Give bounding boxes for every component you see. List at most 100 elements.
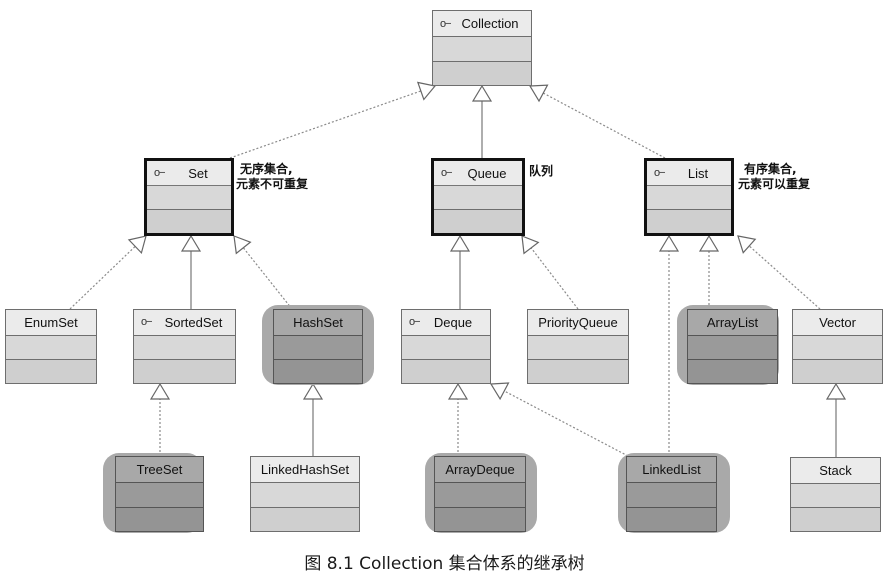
methods-compartment	[147, 210, 231, 233]
class-box-list: o− List	[644, 158, 734, 236]
inheritance-arrowhead-icon	[658, 234, 680, 252]
inheritance-arrowhead-icon	[489, 382, 510, 401]
class-name: HashSet	[293, 314, 343, 330]
list-note-line-1: 有序集合,	[744, 162, 797, 176]
class-box-arraylist: ArrayList	[687, 309, 778, 384]
attributes-compartment	[793, 335, 882, 360]
class-name: EnumSet	[24, 314, 78, 330]
attributes-compartment	[147, 186, 231, 211]
methods-compartment	[274, 359, 362, 383]
attributes-compartment	[627, 483, 716, 508]
inheritance-arrowhead-icon	[233, 235, 252, 255]
attributes-compartment	[274, 335, 362, 360]
attributes-compartment	[402, 335, 490, 360]
class-box-deque: o− Deque	[401, 309, 491, 384]
edge-vector-to-list	[748, 245, 821, 310]
queue-note: 队列	[529, 164, 553, 179]
queue-note-line-1: 队列	[529, 164, 554, 178]
class-box-collection: o− Collection	[432, 10, 532, 86]
interface-icon: o−	[440, 17, 452, 30]
attributes-compartment	[647, 186, 731, 211]
interface-icon: o−	[409, 316, 421, 329]
methods-compartment	[434, 210, 522, 233]
interface-icon: o−	[654, 167, 666, 180]
class-name: Set	[188, 165, 208, 181]
methods-compartment	[116, 507, 203, 531]
class-name: Vector	[819, 314, 856, 330]
class-name: Queue	[467, 165, 507, 181]
edge-linkedlist-to-deque	[503, 390, 629, 457]
interface-icon: o−	[141, 316, 153, 329]
methods-compartment	[627, 507, 716, 531]
class-box-linkedhashset: LinkedHashSet	[250, 456, 360, 532]
set-note-line-2: 元素不可重复	[236, 177, 309, 191]
class-name: ArrayDeque	[445, 462, 515, 478]
class-box-hashset: HashSet	[273, 309, 363, 384]
interface-icon: o−	[154, 167, 166, 180]
attributes-compartment	[251, 483, 359, 508]
class-box-enumset: EnumSet	[5, 309, 97, 384]
class-box-priorityqueue: PriorityQueue	[527, 309, 629, 384]
class-box-queue: o− Queue	[431, 158, 525, 236]
inheritance-arrowhead-icon	[180, 234, 202, 252]
methods-compartment	[251, 507, 359, 531]
class-name: LinkedHashSet	[260, 462, 350, 478]
edge-list-to-collection	[542, 92, 666, 159]
attributes-compartment	[6, 335, 96, 360]
class-name: Deque	[433, 314, 473, 330]
methods-compartment	[6, 359, 96, 383]
inheritance-arrowhead-icon	[521, 235, 540, 255]
class-name: Stack	[819, 462, 852, 478]
figure-caption: 图 8.1 Collection 集合体系的继承树	[304, 554, 585, 574]
class-name: List	[687, 165, 709, 181]
attributes-compartment	[688, 335, 777, 360]
methods-compartment	[647, 210, 731, 233]
class-box-stack: Stack	[790, 457, 881, 532]
inheritance-arrowhead-icon	[149, 382, 171, 400]
class-name: SortedSet	[164, 314, 223, 330]
inheritance-arrowhead-icon	[471, 84, 493, 102]
set-note: 无序集合, 元素不可重复	[236, 162, 308, 192]
list-note-line-2: 元素可以重复	[738, 177, 811, 191]
methods-compartment	[433, 61, 531, 85]
edge-set-to-collection	[229, 90, 422, 159]
class-box-arraydeque: ArrayDeque	[434, 456, 526, 532]
class-box-linkedlist: LinkedList	[626, 456, 717, 532]
inheritance-arrowhead-icon	[302, 382, 324, 400]
class-box-set: o− Set	[144, 158, 234, 236]
class-name: Collection	[461, 16, 519, 32]
inheritance-arrowhead-icon	[825, 382, 847, 400]
methods-compartment	[793, 359, 882, 383]
attributes-compartment	[434, 186, 522, 211]
class-name: PriorityQueue	[538, 314, 618, 330]
inheritance-arrowhead-icon	[447, 382, 469, 400]
inheritance-arrowhead-icon	[449, 234, 471, 252]
inheritance-arrowhead-icon	[698, 234, 720, 252]
attributes-compartment	[433, 37, 531, 62]
edge-priorityqueue-to-queue	[530, 247, 579, 310]
class-box-vector: Vector	[792, 309, 883, 384]
methods-compartment	[435, 507, 525, 531]
methods-compartment	[402, 359, 490, 383]
list-note: 有序集合, 元素可以重复	[738, 162, 810, 192]
attributes-compartment	[791, 483, 880, 508]
class-name: TreeSet	[136, 462, 183, 478]
attributes-compartment	[528, 335, 628, 360]
methods-compartment	[688, 359, 777, 383]
methods-compartment	[528, 359, 628, 383]
inheritance-arrowhead-icon	[737, 235, 757, 254]
inheritance-arrowhead-icon	[528, 84, 549, 103]
attributes-compartment	[116, 483, 203, 508]
class-name: LinkedList	[642, 462, 701, 478]
set-note-line-1: 无序集合,	[240, 162, 293, 176]
attributes-compartment	[134, 335, 235, 360]
attributes-compartment	[435, 483, 525, 508]
collection-inheritance-diagram: o− Collection o− Set 无序集合, 元素不可重复 o− Queue …	[0, 0, 889, 579]
edge-enumset-to-set	[69, 245, 136, 310]
class-box-sortedset: o− SortedSet	[133, 309, 236, 384]
methods-compartment	[791, 507, 880, 531]
edge-hashset-to-set	[242, 247, 293, 310]
class-box-treeset: TreeSet	[115, 456, 204, 532]
interface-icon: o−	[441, 167, 453, 180]
class-name: ArrayList	[706, 314, 759, 330]
